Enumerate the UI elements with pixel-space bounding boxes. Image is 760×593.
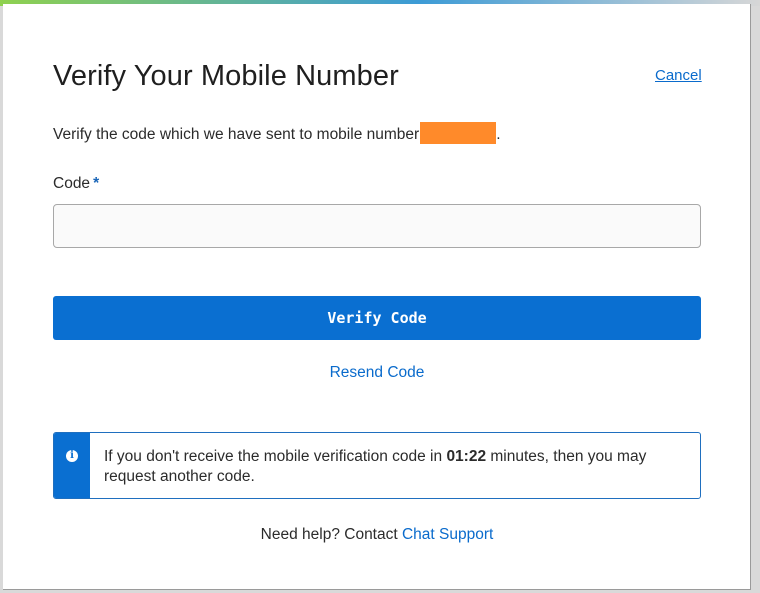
dialog-title: Verify Your Mobile Number — [53, 60, 399, 92]
code-label: Code * — [53, 175, 99, 193]
chat-support-link[interactable]: Chat Support — [402, 526, 493, 543]
resend-code-link[interactable]: Resend Code — [330, 364, 425, 381]
help-prefix: Need help? Contact — [260, 526, 402, 543]
verify-code-button[interactable]: Verify Code — [53, 296, 701, 340]
countdown-timer: 01:22 — [446, 448, 487, 465]
resend-code-row: Resend Code — [3, 364, 751, 382]
redacted-phone-number — [420, 122, 497, 144]
info-icon: i — [66, 450, 78, 462]
code-label-text: Code — [53, 175, 91, 192]
help-row: Need help? Contact Chat Support — [3, 526, 751, 544]
verify-mobile-dialog: Verify Your Mobile Number Cancel Verify … — [3, 4, 751, 590]
required-marker: * — [93, 175, 100, 192]
info-notice: i If you don't receive the mobile verifi… — [53, 432, 701, 499]
info-message: If you don't receive the mobile verifica… — [104, 447, 664, 487]
cancel-link[interactable]: Cancel — [655, 67, 702, 84]
info-text-before: If you don't receive the mobile verifica… — [104, 448, 447, 465]
description-text: Verify the code which we have sent to mo… — [53, 126, 420, 143]
info-bar: i — [54, 433, 90, 498]
description-period: . — [496, 126, 501, 143]
code-input[interactable] — [53, 204, 701, 248]
dialog-description: Verify the code which we have sent to mo… — [53, 122, 501, 144]
